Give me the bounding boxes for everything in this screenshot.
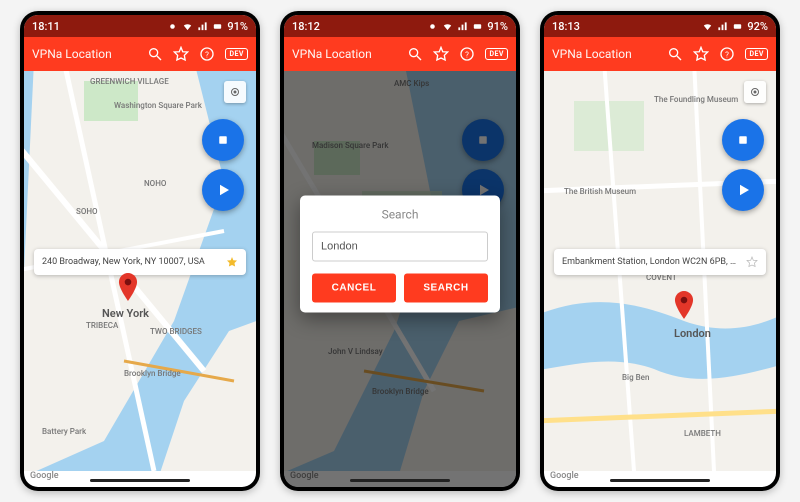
star-icon[interactable] <box>173 46 189 62</box>
search-dialog: Search CANCEL SEARCH <box>300 196 500 313</box>
app-title: VPNa Location <box>32 47 137 61</box>
star-icon[interactable] <box>433 46 449 62</box>
address-card[interactable]: Embankment Station, London WC2N 6PB, UK <box>554 249 766 275</box>
status-time: 18:13 <box>552 20 580 33</box>
battery-icon <box>732 21 743 32</box>
svg-text:?: ? <box>206 50 210 59</box>
address-text: Embankment Station, London WC2N 6PB, UK <box>562 257 740 267</box>
stop-button[interactable] <box>722 119 764 161</box>
signal-icon <box>457 21 468 32</box>
status-bar: 18:11 91% <box>24 15 256 37</box>
phone-frame-1: 18:11 91% VPNa Location ? DEV <box>20 11 260 491</box>
status-icons: 92% <box>702 20 768 33</box>
app-title: VPNa Location <box>292 47 397 61</box>
map-pin[interactable] <box>674 291 694 323</box>
dev-badge[interactable]: DEV <box>225 48 248 60</box>
signal-icon <box>717 21 728 32</box>
svg-text:?: ? <box>466 50 470 59</box>
app-bar: VPNa Location ? DEV <box>24 37 256 71</box>
my-location-button[interactable] <box>224 81 246 103</box>
stop-button[interactable] <box>202 119 244 161</box>
status-time: 18:12 <box>292 20 320 33</box>
phone-frame-3: 18:13 92% VPNa Location ? DEV <box>540 11 780 491</box>
battery-icon <box>472 21 483 32</box>
search-icon[interactable] <box>407 46 423 62</box>
map-view[interactable]: AMC Kips Madison Square Park Tramscrine … <box>284 71 516 487</box>
app-title: VPNa Location <box>552 47 657 61</box>
svg-text:?: ? <box>726 50 730 59</box>
status-icons: 91% <box>167 20 248 33</box>
dev-badge[interactable]: DEV <box>745 48 768 60</box>
dev-badge[interactable]: DEV <box>485 48 508 60</box>
battery-percent: 92% <box>747 20 768 33</box>
battery-percent: 91% <box>487 20 508 33</box>
address-text: 240 Broadway, New York, NY 10007, USA <box>42 257 220 267</box>
cancel-button[interactable]: CANCEL <box>312 274 396 303</box>
search-icon[interactable] <box>147 46 163 62</box>
wifi-icon <box>442 21 453 32</box>
favorite-star-icon[interactable] <box>226 256 238 268</box>
map-view[interactable]: GREENWICH VILLAGE Washington Square Park… <box>24 71 256 487</box>
favorite-star-icon[interactable] <box>746 256 758 268</box>
home-indicator <box>90 479 190 482</box>
address-card[interactable]: 240 Broadway, New York, NY 10007, USA <box>34 249 246 275</box>
location-dot-icon <box>167 21 178 32</box>
my-location-button[interactable] <box>744 81 766 103</box>
search-input[interactable] <box>312 232 488 262</box>
wifi-icon <box>182 21 193 32</box>
status-time: 18:11 <box>32 20 60 33</box>
star-icon[interactable] <box>693 46 709 62</box>
status-icons: 91% <box>427 20 508 33</box>
play-button[interactable] <box>202 169 244 211</box>
help-icon[interactable]: ? <box>199 46 215 62</box>
status-bar: 18:12 91% <box>284 15 516 37</box>
search-button[interactable]: SEARCH <box>404 274 488 303</box>
search-icon[interactable] <box>667 46 683 62</box>
signal-icon <box>197 21 208 32</box>
help-icon[interactable]: ? <box>719 46 735 62</box>
home-indicator <box>610 479 710 482</box>
status-bar: 18:13 92% <box>544 15 776 37</box>
battery-icon <box>212 21 223 32</box>
home-indicator <box>350 479 450 482</box>
app-bar: VPNa Location ? DEV <box>544 37 776 71</box>
app-bar: VPNa Location ? DEV <box>284 37 516 71</box>
phone-frame-2: 18:12 91% VPNa Location ? DEV <box>280 11 520 491</box>
map-view[interactable]: The Foundling Museum The British Museum … <box>544 71 776 487</box>
google-attribution: Google <box>550 471 579 481</box>
play-button[interactable] <box>722 169 764 211</box>
help-icon[interactable]: ? <box>459 46 475 62</box>
map-pin[interactable] <box>118 273 138 305</box>
google-attribution: Google <box>30 471 59 481</box>
wifi-icon <box>702 21 713 32</box>
dialog-title: Search <box>312 208 488 222</box>
location-dot-icon <box>427 21 438 32</box>
battery-percent: 91% <box>227 20 248 33</box>
